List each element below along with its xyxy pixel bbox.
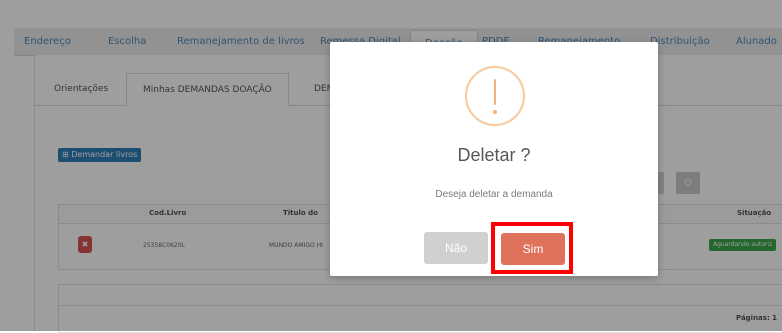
exclamation-bar bbox=[494, 79, 496, 105]
dialog-title: Deletar ? bbox=[457, 145, 531, 165]
cancel-button[interactable]: Não bbox=[424, 232, 488, 264]
dialog-message: Deseja deletar a demanda bbox=[435, 189, 553, 200]
exclamation-circle-icon bbox=[465, 66, 525, 126]
highlight-box bbox=[491, 222, 573, 274]
exclamation-dot bbox=[493, 110, 497, 114]
